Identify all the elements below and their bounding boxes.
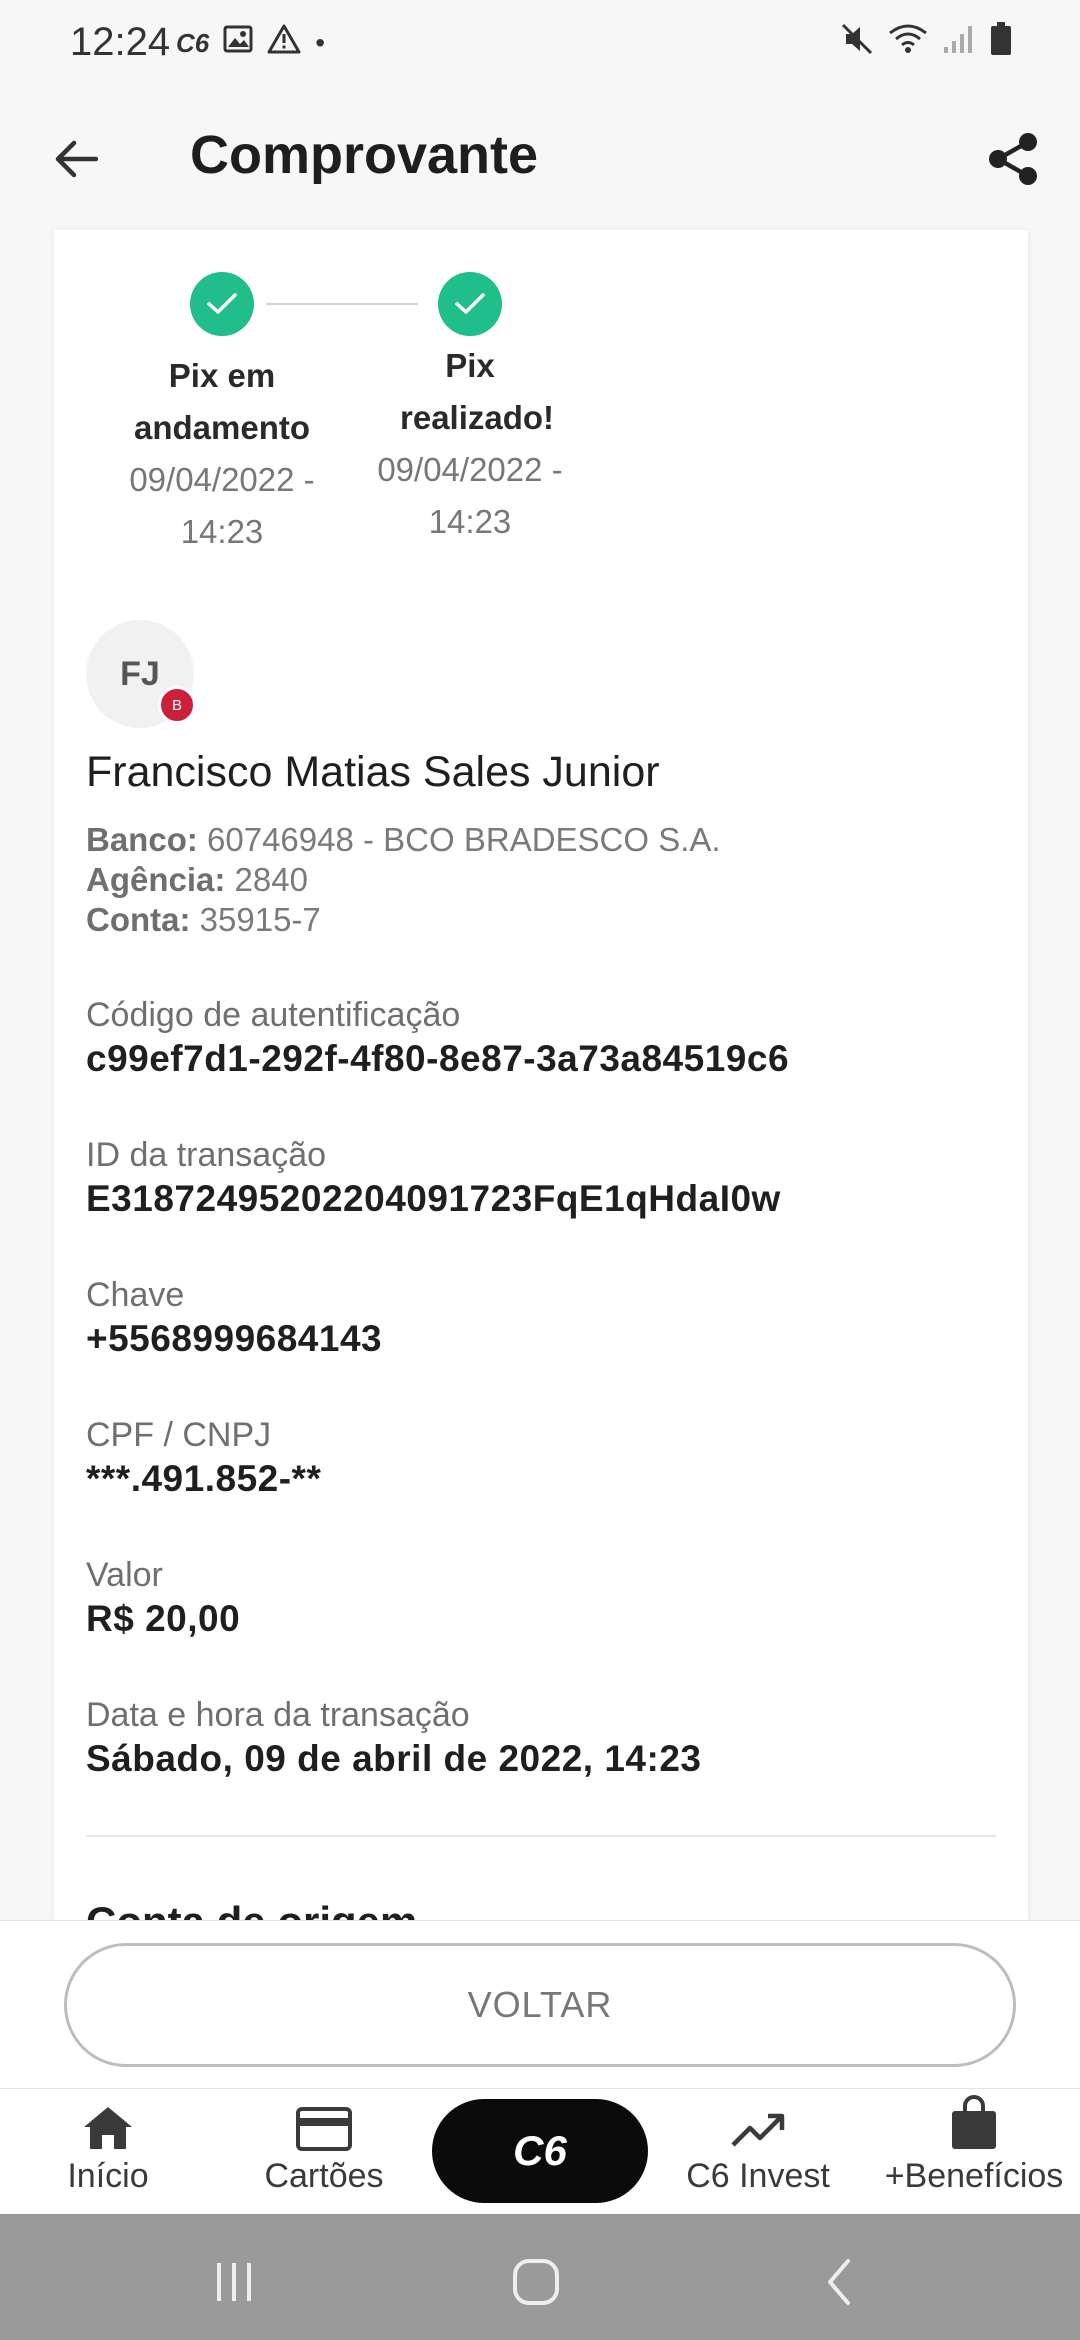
warning-icon xyxy=(267,24,301,62)
home-icon xyxy=(22,2089,194,2151)
bank-label: Banco: xyxy=(86,821,198,858)
status-right-icons xyxy=(840,22,1012,61)
nav-item-beneficios[interactable]: +Benefícios xyxy=(868,2089,1080,2215)
agency-label: Agência: xyxy=(86,861,226,898)
bottom-action-panel: VOLTAR xyxy=(0,1920,1080,2088)
step-date: 09/04/2022 - 14:23 xyxy=(129,461,315,550)
c6-app-icon: C6 xyxy=(176,27,210,58)
bank-value: 60746948 - BCO BRADESCO S.A. xyxy=(207,821,721,858)
datetime-field: Data e hora da transação Sábado, 09 de a… xyxy=(86,1694,701,1782)
chevron-left-icon xyxy=(828,2259,850,2305)
wifi-icon xyxy=(888,23,928,60)
share-icon xyxy=(989,133,1037,185)
gallery-icon xyxy=(223,25,253,61)
card-icon xyxy=(240,2089,408,2151)
account-value: 35915-7 xyxy=(199,901,321,938)
amount-field: Valor R$ 20,00 xyxy=(86,1554,240,1642)
key-field: Chave +5568999684143 xyxy=(86,1274,382,1362)
agency-value: 2840 xyxy=(234,861,308,898)
cpf-cnpj-field: CPF / CNPJ ***.491.852-** xyxy=(86,1414,321,1502)
status-bar: 12:24 C6 • xyxy=(0,0,1080,86)
trending-up-icon xyxy=(672,2089,844,2151)
mute-icon xyxy=(840,22,874,61)
transaction-id-label: ID da transação xyxy=(86,1136,327,1174)
origin-account-title: Conta de origem xyxy=(86,1898,417,1920)
datetime-label: Data e hora da transação xyxy=(86,1696,470,1734)
bottom-nav: Início Cartões C6 C6 Invest +Benefícios xyxy=(0,2088,1080,2214)
key-label: Chave xyxy=(86,1276,185,1314)
agency-row: Agência: 2840 xyxy=(86,860,721,900)
nav-item-cartoes[interactable]: Cartões xyxy=(240,2089,408,2215)
check-icon xyxy=(438,272,502,336)
c6-home-button[interactable]: C6 xyxy=(432,2099,648,2203)
transaction-id-field: ID da transação E31872495202204091723FqE… xyxy=(86,1134,781,1222)
back-button[interactable] xyxy=(40,124,110,194)
check-icon xyxy=(190,272,254,336)
back-nav-button[interactable] xyxy=(810,2252,870,2312)
account-label: Conta: xyxy=(86,901,191,938)
share-button[interactable] xyxy=(976,122,1050,196)
arrow-left-icon xyxy=(55,140,98,178)
status-left-icons: C6 • xyxy=(176,24,325,62)
key-value: +5568999684143 xyxy=(86,1318,383,1359)
page-title: Comprovante xyxy=(190,125,539,185)
step-in-progress: Pix em andamento 09/04/2022 - 14:23 xyxy=(92,272,352,558)
bank-info: Banco: 60746948 - BCO BRADESCO S.A. Agên… xyxy=(86,820,721,940)
auth-code-label: Código de autentificação xyxy=(86,996,461,1034)
system-nav-bar xyxy=(0,2214,1080,2340)
nav-label: Cartões xyxy=(264,2157,384,2195)
app-header: Comprovante xyxy=(0,86,1080,230)
cpf-cnpj-value: ***.491.852-** xyxy=(86,1458,322,1499)
transaction-id-value: E31872495202204091723FqE1qHdaI0w xyxy=(86,1178,781,1219)
receipt-card: Pix em andamento 09/04/2022 - 14:23 Pix … xyxy=(54,230,1028,1920)
divider xyxy=(86,1835,996,1837)
status-time: 12:24 xyxy=(70,20,171,64)
status-stepper: Pix em andamento 09/04/2022 - 14:23 Pix … xyxy=(54,230,1028,590)
bank-row: Banco: 60746948 - BCO BRADESCO S.A. xyxy=(86,820,721,860)
amount-label: Valor xyxy=(86,1556,163,1594)
recipient-name: Francisco Matias Sales Junior xyxy=(86,748,660,796)
nav-label: C6 Invest xyxy=(686,2157,830,2195)
recent-apps-icon xyxy=(217,2263,251,2301)
step-completed: Pix realizado! 09/04/2022 - 14:23 xyxy=(350,272,590,548)
step-title: Pix realizado! xyxy=(400,347,555,436)
avatar-initials: FJ xyxy=(120,654,160,693)
home-nav-button[interactable] xyxy=(506,2252,566,2312)
signal-icon xyxy=(942,23,976,60)
step-title: Pix em andamento xyxy=(133,357,311,446)
cpf-cnpj-label: CPF / CNPJ xyxy=(86,1416,272,1454)
account-row: Conta: 35915-7 xyxy=(86,900,721,940)
nav-item-inicio[interactable]: Início xyxy=(22,2089,194,2215)
amount-value: R$ 20,00 xyxy=(86,1598,241,1639)
nav-label: Início xyxy=(67,2157,149,2195)
notification-dot: • xyxy=(315,27,326,58)
avatar: FJ B xyxy=(86,620,196,728)
bank-badge: B xyxy=(158,686,196,724)
nav-item-c6-invest[interactable]: C6 Invest xyxy=(672,2089,844,2215)
recent-apps-button[interactable] xyxy=(204,2252,264,2312)
datetime-value: Sábado, 09 de abril de 2022, 14:23 xyxy=(86,1738,702,1779)
battery-icon xyxy=(990,22,1012,61)
home-circle-icon xyxy=(513,2259,559,2305)
voltar-button[interactable]: VOLTAR xyxy=(64,1943,1016,2067)
auth-code-value: c99ef7d1-292f-4f80-8e87-3a73a84519c6 xyxy=(86,1038,790,1079)
auth-code-field: Código de autentificação c99ef7d1-292f-4… xyxy=(86,994,789,1082)
nav-label: +Benefícios xyxy=(884,2157,1064,2195)
step-date: 09/04/2022 - 14:23 xyxy=(377,451,563,540)
shopping-bag-icon xyxy=(868,2089,1080,2151)
